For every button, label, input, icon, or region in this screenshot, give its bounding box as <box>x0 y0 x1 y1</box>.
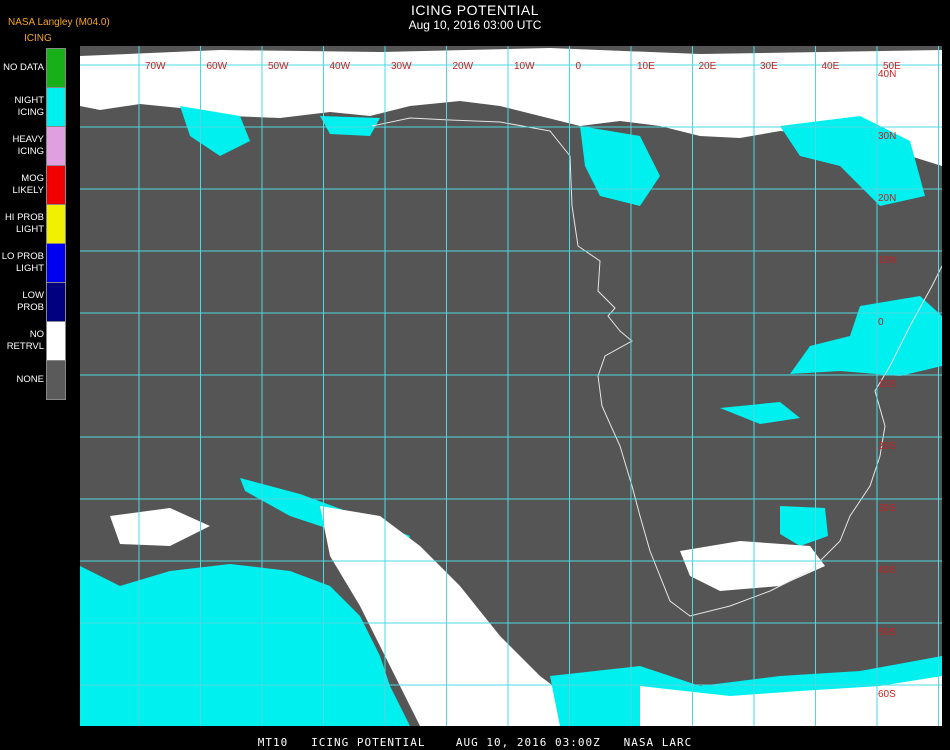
legend-label-line: LIGHT <box>16 223 44 235</box>
legend-label: MOG LIKELY <box>0 165 44 204</box>
legend-label-line: RETRVL <box>6 340 44 352</box>
latitude-label: 30S <box>878 503 896 514</box>
latitude-label: 40S <box>878 565 896 576</box>
legend-label: NIGHT ICING <box>0 87 44 126</box>
latitude-label: 30N <box>878 131 896 142</box>
longitude-label: 10E <box>637 61 655 72</box>
latitude-label: 10N <box>878 255 896 266</box>
legend-item: HI PROB LIGHT <box>0 204 66 244</box>
legend-label: HEAVY ICING <box>0 126 44 165</box>
legend-swatch <box>46 126 66 166</box>
footer-caption: MT10 ICING POTENTIAL AUG 10, 2016 03:00Z… <box>257 736 693 749</box>
legend-item: NONE <box>0 360 66 400</box>
legend-label-line: LO PROB <box>1 250 44 262</box>
latitude-label: 0 <box>878 317 884 328</box>
legend-label-line: HI PROB <box>4 211 44 223</box>
latitude-label: 40N <box>878 69 896 80</box>
legend-label-line: LIKELY <box>12 184 44 196</box>
legend-swatch <box>46 87 66 127</box>
longitude-label: 30W <box>391 61 412 72</box>
legend: NO DATA NIGHT ICING HEAVY ICING MOG LIKELY HI P… <box>0 48 66 400</box>
legend-swatch <box>46 48 66 88</box>
legend-item: HEAVY ICING <box>0 126 66 166</box>
longitude-label: 40W <box>330 61 351 72</box>
legend-label: LOW PROB <box>0 282 44 321</box>
legend-swatch <box>46 243 66 283</box>
legend-item: LOW PROB <box>0 282 66 322</box>
legend-item: LO PROB LIGHT <box>0 243 66 283</box>
longitude-label: 20E <box>699 61 717 72</box>
latitude-label: 20N <box>878 193 896 204</box>
legend-label-line: NO DATA <box>3 61 44 73</box>
longitude-label: 50W <box>268 61 289 72</box>
legend-label-line: MOG <box>21 172 44 184</box>
legend-label: NONE <box>0 360 44 399</box>
legend-label-line: LOW <box>22 289 44 301</box>
longitude-label: 70W <box>145 61 166 72</box>
legend-label-line: NIGHT <box>14 94 44 106</box>
page-title: ICING POTENTIAL <box>410 2 540 18</box>
legend-item: NO RETRVL <box>0 321 66 361</box>
legend-label-line: LIGHT <box>16 262 44 274</box>
legend-label-line: ICING <box>17 145 44 157</box>
latitude-label: 50S <box>878 627 896 638</box>
timestamp: Aug 10, 2016 03:00 UTC <box>408 18 542 32</box>
longitude-label: 0 <box>576 61 582 72</box>
legend-label: NO RETRVL <box>0 321 44 360</box>
icing-map: 70W60W50W40W30W20W10W010E20E30E40E50E60E… <box>80 46 942 726</box>
legend-label-line: NONE <box>16 373 44 385</box>
product-label: ICING <box>24 33 52 44</box>
legend-label: LO PROB LIGHT <box>0 243 44 282</box>
legend-label-line: NO <box>29 328 44 340</box>
legend-swatch <box>46 282 66 322</box>
latitude-label: 20S <box>878 441 896 452</box>
longitude-label: 20W <box>453 61 474 72</box>
legend-swatch <box>46 165 66 205</box>
longitude-label: 60W <box>207 61 228 72</box>
legend-label-line: PROB <box>17 301 44 313</box>
latitude-label: 60S <box>878 689 896 700</box>
legend-swatch <box>46 321 66 361</box>
longitude-label: 10W <box>514 61 535 72</box>
legend-item: NIGHT ICING <box>0 87 66 127</box>
legend-item: MOG LIKELY <box>0 165 66 205</box>
longitude-label: 30E <box>760 61 778 72</box>
legend-item: NO DATA <box>0 48 66 88</box>
longitude-label: 40E <box>822 61 840 72</box>
legend-label: HI PROB LIGHT <box>0 204 44 243</box>
legend-label: NO DATA <box>0 48 44 87</box>
legend-swatch <box>46 360 66 400</box>
legend-label-line: ICING <box>17 106 44 118</box>
legend-swatch <box>46 204 66 244</box>
legend-label-line: HEAVY <box>12 133 44 145</box>
latitude-label: 10S <box>878 379 896 390</box>
